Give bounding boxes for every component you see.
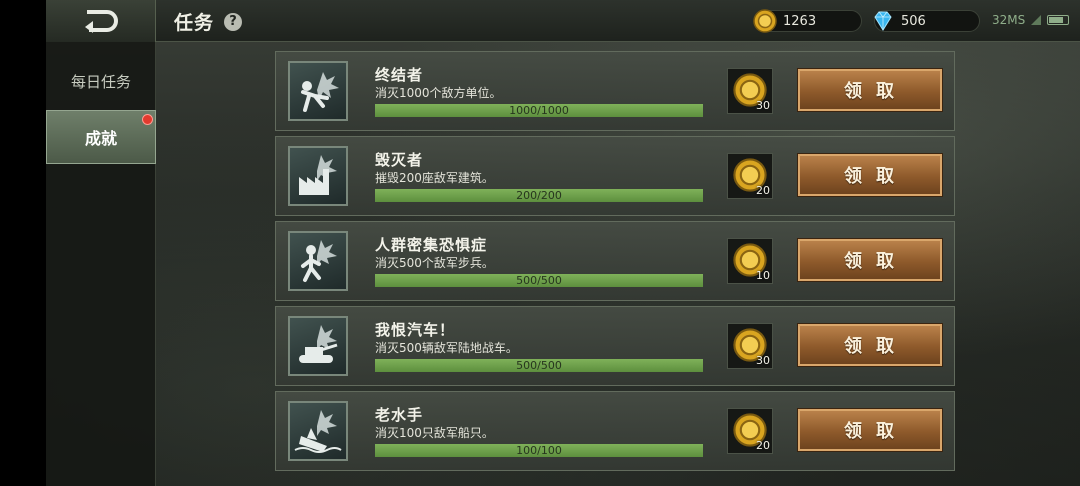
back-button[interactable]: [46, 0, 156, 42]
progress-bar: 100/100: [375, 444, 703, 457]
claim-button[interactable]: 领取: [798, 409, 942, 451]
reward-amount: 20: [756, 439, 770, 452]
reward-slot[interactable]: 20: [727, 408, 773, 454]
claim-button[interactable]: 领取: [798, 239, 942, 281]
achievement-list[interactable]: 终结者 消灭1000个敌方单位。 1000/1000 30 领取 毁灭者 摧毁2…: [275, 51, 955, 476]
ping-label: 32MS: [992, 13, 1026, 27]
progress-text: 200/200: [516, 189, 562, 202]
task-description: 摧毁200座敌军建筑。: [375, 171, 494, 185]
sidebar-item-label: 成就: [84, 129, 117, 148]
reward-slot[interactable]: 10: [727, 238, 773, 284]
task-description: 消灭500个敌军步兵。: [375, 256, 494, 270]
gem-amount: 506: [901, 13, 926, 29]
progress-text: 500/500: [516, 274, 562, 287]
progress-bar: 200/200: [375, 189, 703, 202]
reward-amount: 10: [756, 269, 770, 282]
sidebar-item-daily[interactable]: 每日任务: [46, 54, 156, 108]
task-title: 人群密集恐惧症: [375, 236, 488, 254]
network-status: 32MS: [992, 13, 1070, 27]
progress-bar: 1000/1000: [375, 104, 703, 117]
gold-counter[interactable]: 1263: [753, 9, 862, 33]
task-description: 消灭1000个敌方单位。: [375, 86, 502, 100]
claim-button[interactable]: 领取: [798, 69, 942, 111]
list-item: 终结者 消灭1000个敌方单位。 1000/1000 30 领取: [275, 51, 955, 131]
reward-slot[interactable]: 30: [727, 68, 773, 114]
sidebar-item-label: 每日任务: [70, 72, 131, 91]
building-destroy-icon: [288, 146, 348, 206]
gem-counter[interactable]: 506: [874, 10, 980, 32]
task-description: 消灭100只敌军船只。: [375, 426, 494, 440]
progress-text: 100/100: [516, 444, 562, 457]
page-title: 任务: [174, 12, 215, 34]
top-bar: 任务 ? 1263 506 32MS: [46, 0, 1080, 42]
list-item: 毁灭者 摧毁200座敌军建筑。 200/200 20 领取: [275, 136, 955, 216]
list-item: 老水手 消灭100只敌军船只。 100/100 20 领取: [275, 391, 955, 471]
game-screen: 任务 ? 1263 506 32MS 每日任务 成就 终结者 消灭1000个敌方…: [46, 0, 1080, 486]
progress-text: 1000/1000: [509, 104, 569, 117]
claim-button[interactable]: 领取: [798, 324, 942, 366]
task-title: 我恨汽车！: [375, 321, 456, 339]
diamond-icon: [874, 11, 892, 31]
progress-bar: 500/500: [375, 359, 703, 372]
back-arrow-icon: [84, 10, 118, 33]
tank-destroy-icon: [288, 316, 348, 376]
ship-sink-icon: [288, 401, 348, 461]
reward-amount: 30: [756, 354, 770, 367]
progress-bar: 500/500: [375, 274, 703, 287]
soldier-fear-icon: [288, 231, 348, 291]
task-title: 老水手: [375, 406, 424, 424]
reward-amount: 30: [756, 99, 770, 112]
gold-coin-icon: [753, 9, 777, 33]
list-item: 我恨汽车！ 消灭500辆敌军陆地战车。 500/500 30 领取: [275, 306, 955, 386]
battery-icon: [1047, 15, 1070, 25]
list-item: 人群密集恐惧症 消灭500个敌军步兵。 500/500 10 领取: [275, 221, 955, 301]
sidebar: 每日任务 成就: [46, 42, 156, 486]
task-title: 毁灭者: [375, 151, 424, 169]
infantry-kill-icon: [288, 61, 348, 121]
help-icon[interactable]: ?: [224, 12, 243, 31]
notification-dot: [142, 114, 153, 125]
reward-slot[interactable]: 20: [727, 153, 773, 199]
reward-amount: 20: [756, 184, 770, 197]
task-title: 终结者: [375, 66, 424, 84]
reward-slot[interactable]: 30: [727, 323, 773, 369]
wifi-icon: [1031, 15, 1042, 25]
sidebar-item-achievements[interactable]: 成就: [46, 110, 156, 164]
progress-text: 500/500: [516, 359, 562, 372]
task-description: 消灭500辆敌军陆地战车。: [375, 341, 518, 355]
claim-button[interactable]: 领取: [798, 154, 942, 196]
gold-amount: 1263: [783, 13, 817, 29]
